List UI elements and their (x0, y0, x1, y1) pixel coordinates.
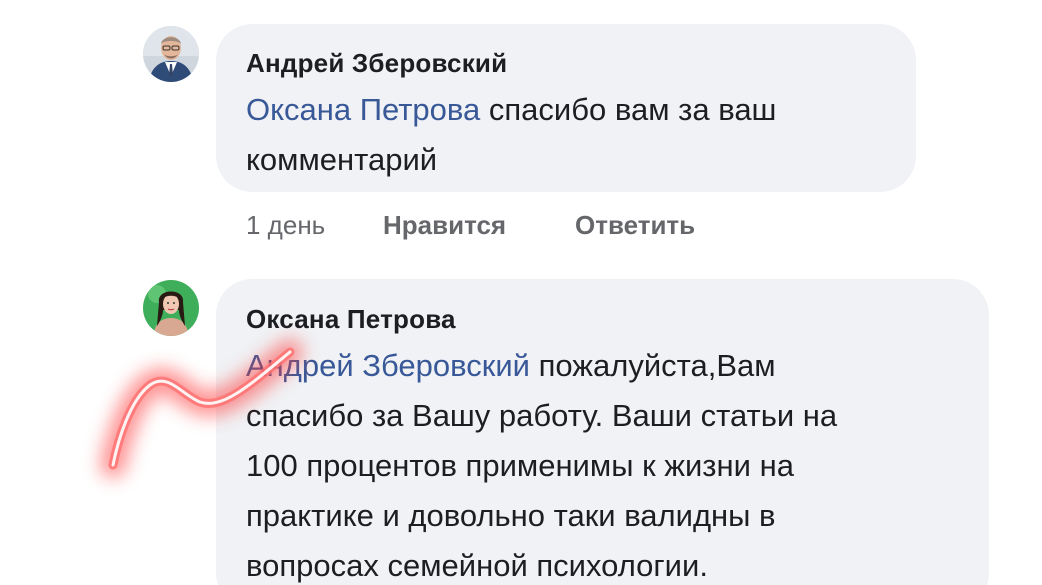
mention-link[interactable]: Андрей Зберовский (246, 348, 530, 383)
comment-text-line: вопросах семейной психологии. (246, 548, 708, 583)
like-button[interactable]: Нравится (383, 210, 506, 241)
comment-text: Андрей Зберовский пожалуйста,Вам спасибо… (246, 341, 837, 585)
man-in-suit-avatar-icon (143, 26, 199, 82)
comment-actions: 1 день Нравится Ответить (246, 210, 746, 244)
comment-author[interactable]: Оксана Петрова (246, 304, 456, 335)
avatar-oksana[interactable] (143, 280, 199, 336)
comment-bubble-2: Оксана Петрова Андрей Зберовский пожалуй… (216, 279, 989, 585)
comment-text-line: 100 процентов применимы к жизни на (246, 448, 794, 483)
comments-thread: Андрей Зберовский Оксана Петрова спасибо… (0, 0, 1042, 585)
comment-timestamp: 1 день (246, 210, 326, 240)
comment-bubble-1: Андрей Зберовский Оксана Петрова спасибо… (216, 24, 916, 192)
comment-text-line: Оксана Петрова спасибо вам за ваш (246, 85, 776, 135)
mention-link[interactable]: Оксана Петрова (246, 92, 480, 127)
avatar-andrey[interactable] (143, 26, 199, 82)
comment-text-part: спасибо вам за ваш (480, 92, 777, 127)
woman-green-background-avatar-icon (143, 280, 199, 336)
comment-author[interactable]: Андрей Зберовский (246, 48, 507, 79)
comment-text-line: комментарий (246, 142, 438, 177)
comment-text: Оксана Петрова спасибо вам за ваш коммен… (246, 85, 776, 185)
comment-text-line: спасибо за Вашу работу. Ваши статьи на (246, 398, 838, 433)
comment-text-part: пожалуйста,Вам (529, 348, 776, 383)
reply-button[interactable]: Ответить (575, 210, 695, 241)
comment-text-line: практике и довольно таки валидны в (246, 498, 776, 533)
comment-text-line: Андрей Зберовский пожалуйста,Вам (246, 341, 837, 391)
